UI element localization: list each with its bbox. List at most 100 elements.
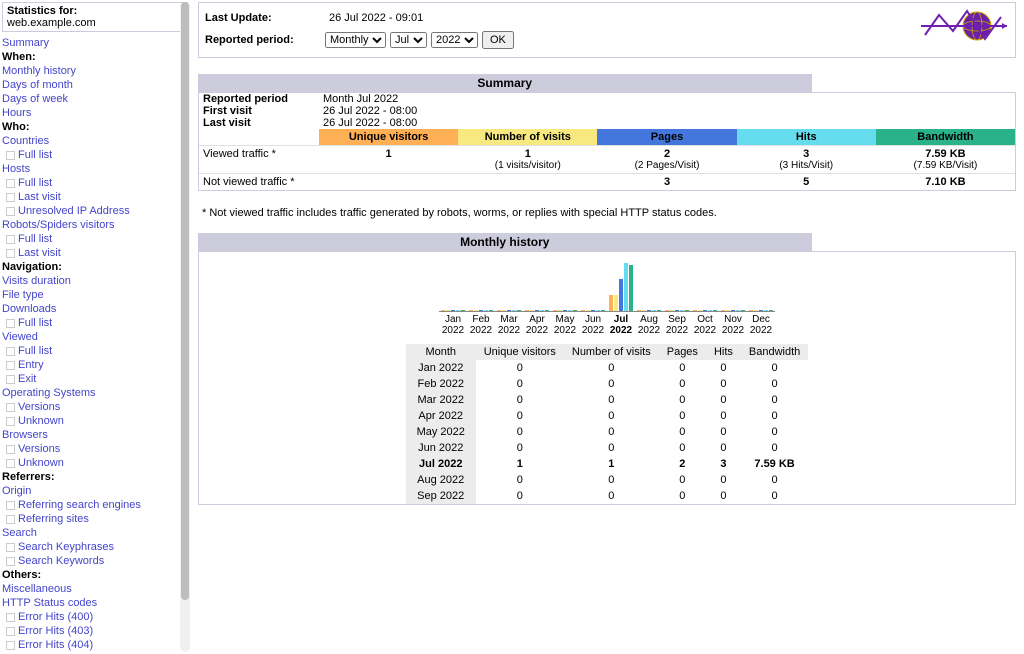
nav-summary[interactable]: Summary [2, 36, 176, 50]
viewed-traffic-label: Viewed traffic * [199, 146, 319, 173]
cell-hits: 0 [706, 360, 741, 376]
nav-downloads-full-list[interactable]: Full list [2, 316, 176, 330]
last-visit-value: 26 Jul 2022 - 08:00 [323, 117, 417, 129]
nav-browsers[interactable]: Browsers [2, 428, 176, 442]
summary-section: Reported periodMonth Jul 2022 First visi… [198, 92, 1016, 191]
table-row: Jun 202200000 [406, 440, 809, 456]
chart-bar [703, 310, 707, 311]
chart-bar [759, 310, 763, 311]
sidebar-scrollbar[interactable] [180, 2, 190, 652]
nav-browsers-unknown[interactable]: Unknown [2, 456, 176, 470]
cell-bw: 0 [741, 472, 808, 488]
month-select[interactable]: Jul [390, 32, 427, 48]
cell-month: May 2022 [406, 424, 476, 440]
nav-viewed-entry[interactable]: Entry [2, 358, 176, 372]
nav-misc[interactable]: Miscellaneous [2, 582, 176, 596]
nav-header-when: When: [2, 50, 176, 64]
stats-for-value: web.example.com [7, 17, 183, 29]
table-row: Apr 202200000 [406, 408, 809, 424]
nav-keyphrases[interactable]: Search Keyphrases [2, 540, 176, 554]
chart-bar [545, 310, 549, 311]
cell-bw: 0 [741, 424, 808, 440]
nav-err403[interactable]: Error Hits (403) [2, 624, 176, 638]
notviewed-hits: 5 [803, 176, 809, 188]
nav-hosts[interactable]: Hosts [2, 162, 176, 176]
cell-nv: 0 [564, 360, 659, 376]
cell-pages: 0 [659, 392, 706, 408]
nav-robots-full-list[interactable]: Full list [2, 232, 176, 246]
table-row: Aug 202200000 [406, 472, 809, 488]
nav-err404[interactable]: Error Hits (404) [2, 638, 176, 652]
nav-visits-duration[interactable]: Visits duration [2, 274, 176, 288]
scrollbar-thumb[interactable] [181, 2, 189, 600]
chart-bar [629, 265, 633, 311]
cell-nv: 1 [564, 456, 659, 472]
cell-nv: 0 [564, 408, 659, 424]
chart-month-label: Apr2022 [523, 312, 551, 336]
table-row: Feb 202200000 [406, 376, 809, 392]
nav-hosts-full-list[interactable]: Full list [2, 176, 176, 190]
nav-robots-last-visit[interactable]: Last visit [2, 246, 176, 260]
chart-bar [769, 310, 773, 311]
nav-origin[interactable]: Origin [2, 484, 176, 498]
chart-bar [754, 310, 758, 311]
nav-hosts-unresolved[interactable]: Unresolved IP Address [2, 204, 176, 218]
chart-bar [685, 310, 689, 311]
first-visit-value: 26 Jul 2022 - 08:00 [323, 105, 417, 117]
nav-file-type[interactable]: File type [2, 288, 176, 302]
chart-bar [525, 310, 529, 311]
nav-days-month[interactable]: Days of month [2, 78, 176, 92]
chart-month-column [551, 310, 579, 311]
nav-countries-full-list[interactable]: Full list [2, 148, 176, 162]
nav-viewed[interactable]: Viewed [2, 330, 176, 344]
chart-bar [657, 310, 661, 311]
year-select[interactable]: 2022 [431, 32, 478, 48]
nav-ref-engines[interactable]: Referring search engines [2, 498, 176, 512]
chart-month-label: Sep2022 [663, 312, 691, 336]
nav-hosts-last-visit[interactable]: Last visit [2, 190, 176, 204]
chart-bar [698, 310, 702, 311]
ok-button[interactable]: OK [482, 31, 514, 49]
chart-month-label: Oct2022 [691, 312, 719, 336]
nav-keywords[interactable]: Search Keywords [2, 554, 176, 568]
viewed-bw-sub: (7.59 KB/Visit) [878, 160, 1013, 171]
nav-hours[interactable]: Hours [2, 106, 176, 120]
cell-month: Apr 2022 [406, 408, 476, 424]
nav-viewed-full-list[interactable]: Full list [2, 344, 176, 358]
chart-month-label: Feb2022 [467, 312, 495, 336]
table-row: Jan 202200000 [406, 360, 809, 376]
last-visit-label: Last visit [203, 117, 323, 129]
chart-month-label: Mar2022 [495, 312, 523, 336]
nav-days-week[interactable]: Days of week [2, 92, 176, 106]
nav-ref-sites[interactable]: Referring sites [2, 512, 176, 526]
nav-countries[interactable]: Countries [2, 134, 176, 148]
nav-monthly-history[interactable]: Monthly history [2, 64, 176, 78]
nav-viewed-exit[interactable]: Exit [2, 372, 176, 386]
nav-robots[interactable]: Robots/Spiders visitors [2, 218, 176, 232]
chart-bar [461, 310, 465, 311]
nav-os-versions[interactable]: Versions [2, 400, 176, 414]
nav-browsers-versions[interactable]: Versions [2, 442, 176, 456]
cell-pages: 0 [659, 376, 706, 392]
period-select[interactable]: Monthly [325, 32, 386, 48]
viewed-pages-sub: (2 Pages/Visit) [599, 160, 734, 171]
cell-bw: 0 [741, 440, 808, 456]
cell-hits: 0 [706, 424, 741, 440]
chart-bar [441, 310, 445, 311]
nav-err400[interactable]: Error Hits (400) [2, 610, 176, 624]
sum-reported-label: Reported period [203, 93, 323, 105]
chart-month-label: Dec2022 [747, 312, 775, 336]
nav-downloads[interactable]: Downloads [2, 302, 176, 316]
chart-bar [489, 310, 493, 311]
last-update-label: Last Update: [205, 12, 325, 24]
nav-search[interactable]: Search [2, 526, 176, 540]
cell-pages: 0 [659, 440, 706, 456]
cell-pages: 0 [659, 424, 706, 440]
nav-header-who: Who: [2, 120, 176, 134]
nav-http-status[interactable]: HTTP Status codes [2, 596, 176, 610]
th-visitors: Unique visitors [476, 344, 564, 360]
nav-os-unknown[interactable]: Unknown [2, 414, 176, 428]
chart-month-column [691, 310, 719, 311]
nav-os[interactable]: Operating Systems [2, 386, 176, 400]
cell-uv: 0 [476, 424, 564, 440]
